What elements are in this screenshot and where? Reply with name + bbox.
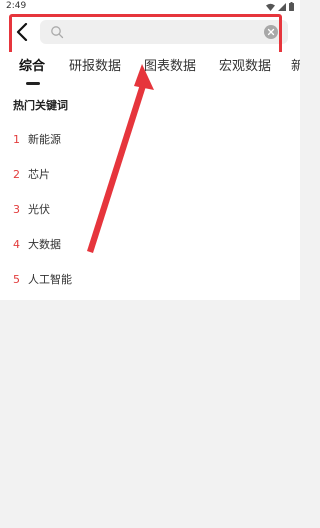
tab-macro-data[interactable]: 宏观数据 xyxy=(219,58,271,76)
tab-comprehensive[interactable]: 综合 xyxy=(19,58,45,76)
status-time: 2:49 xyxy=(6,1,27,11)
tab-bar: 综合 研报数据 图表数据 宏观数据 新 xyxy=(0,52,300,92)
status-bar: 2:49 xyxy=(0,0,300,12)
hot-keyword-rank: 1 xyxy=(13,133,20,146)
battery-icon xyxy=(289,2,294,11)
hot-keyword-text: 新能源 xyxy=(28,133,61,146)
wifi-icon xyxy=(266,3,275,11)
tab-new[interactable]: 新 xyxy=(291,58,300,76)
hot-keyword-rank: 3 xyxy=(13,203,20,216)
hot-keyword-rank: 5 xyxy=(13,273,20,286)
tab-research-data[interactable]: 研报数据 xyxy=(69,58,121,76)
hot-keyword-rank: 2 xyxy=(13,168,20,181)
hot-keyword-text: 大数据 xyxy=(28,238,61,251)
status-icons xyxy=(266,2,294,11)
back-button[interactable] xyxy=(12,21,32,43)
active-tab-indicator xyxy=(26,82,40,85)
hot-keywords-title: 热门关键词 xyxy=(13,99,68,112)
search-input[interactable] xyxy=(70,22,260,42)
tab-chart-data[interactable]: 图表数据 xyxy=(144,58,196,76)
hot-keyword-item[interactable]: 4 大数据 xyxy=(0,233,300,257)
hot-keyword-rank: 4 xyxy=(13,238,20,251)
back-arrow-icon xyxy=(16,23,28,41)
hot-keyword-text: 光伏 xyxy=(28,203,50,216)
hot-keywords-panel: 热门关键词 1 新能源 2 芯片 3 光伏 4 大数据 5 人工智能 xyxy=(0,92,300,300)
search-box[interactable] xyxy=(40,20,288,44)
search-header xyxy=(0,12,300,52)
clear-icon[interactable] xyxy=(264,25,278,39)
hot-keyword-item[interactable]: 3 光伏 xyxy=(0,198,300,222)
search-icon xyxy=(51,26,64,39)
hot-keyword-item[interactable]: 1 新能源 xyxy=(0,128,300,152)
signal-icon xyxy=(278,2,286,11)
hot-keyword-text: 芯片 xyxy=(28,168,50,181)
hot-keyword-text: 人工智能 xyxy=(28,273,72,286)
hot-keyword-item[interactable]: 2 芯片 xyxy=(0,163,300,187)
hot-keyword-item[interactable]: 5 人工智能 xyxy=(0,268,300,292)
